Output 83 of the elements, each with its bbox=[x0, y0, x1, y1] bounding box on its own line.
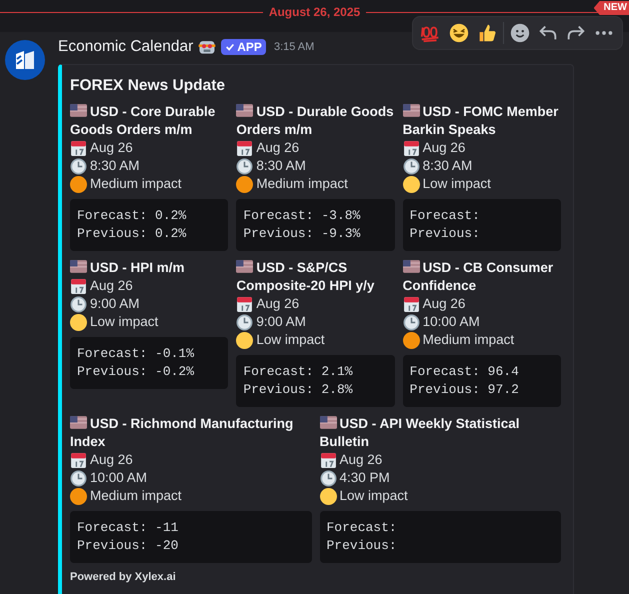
flag-icon bbox=[320, 416, 336, 429]
impact-level: Medium impact bbox=[90, 175, 182, 193]
flag-icon bbox=[70, 104, 87, 117]
forecast-value: Forecast: -3.8% bbox=[243, 207, 362, 225]
event-title: USD - FOMC Member Barkin Speaks bbox=[402, 103, 560, 139]
previous-value: Previous: 0.2% bbox=[77, 225, 188, 243]
clock-icon bbox=[70, 470, 87, 486]
calendar-icon bbox=[402, 296, 420, 312]
event-date: Aug 26 bbox=[90, 139, 133, 157]
impact-level: Medium impact bbox=[422, 331, 514, 349]
previous-value: Previous: 97.2 bbox=[410, 381, 520, 399]
calendar-icon bbox=[70, 140, 87, 156]
impact-level: Low impact bbox=[90, 313, 158, 331]
calendar-icon bbox=[402, 140, 420, 156]
flag-icon bbox=[402, 260, 420, 273]
event-date: Aug 26 bbox=[90, 277, 133, 295]
embed-footer: Powered by Xylex.ai bbox=[70, 571, 561, 583]
event-title: USD - Richmond Manufacturing Index bbox=[70, 415, 294, 451]
forecast-value: Forecast: -11 bbox=[77, 519, 180, 537]
flag-icon bbox=[236, 104, 254, 117]
event-date: Aug 26 bbox=[340, 451, 382, 469]
event-title: USD - CB Consumer Confidence bbox=[402, 259, 554, 295]
clock-icon bbox=[402, 158, 420, 174]
impact-level: Low impact bbox=[256, 331, 325, 349]
event-date: Aug 26 bbox=[422, 139, 466, 157]
event-time: 10:00 AM bbox=[422, 313, 480, 331]
timestamp: 3:15 AM bbox=[274, 41, 314, 53]
event-time: 8:30 AM bbox=[422, 157, 472, 175]
embed-title: FOREX News Update bbox=[70, 77, 226, 95]
event-date: Aug 26 bbox=[256, 139, 300, 157]
add-reaction-icon[interactable] bbox=[508, 21, 532, 45]
event-date: Aug 26 bbox=[422, 295, 466, 313]
forecast-value: Forecast: 96.4 bbox=[410, 363, 520, 381]
forecast-value: Forecast: bbox=[410, 207, 481, 225]
previous-value: Previous: 2.8% bbox=[243, 381, 354, 399]
forecast-value: Forecast: bbox=[326, 519, 398, 537]
previous-value: Previous: bbox=[326, 537, 398, 555]
event-title: USD - S&P/CS Composite-20 HPI y/y bbox=[236, 259, 376, 295]
flag-icon bbox=[236, 260, 254, 273]
previous-value: Previous: -20 bbox=[77, 537, 180, 555]
new-badge: NEW bbox=[594, 1, 629, 15]
clock-icon bbox=[402, 314, 420, 330]
forecast-value: Forecast: 2.1% bbox=[243, 363, 354, 381]
impact-level: Medium impact bbox=[256, 175, 348, 193]
previous-value: Previous: -0.2% bbox=[77, 363, 196, 381]
flag-icon bbox=[402, 104, 420, 117]
author-name[interactable]: Economic Calendar bbox=[58, 38, 194, 56]
clock-icon bbox=[236, 158, 254, 174]
avatar[interactable] bbox=[5, 40, 45, 80]
event-time: 9:00 AM bbox=[256, 313, 306, 331]
forecast-value: Forecast: 0.2% bbox=[77, 207, 188, 225]
flag-icon bbox=[70, 416, 87, 429]
event-title: USD - API Weekly Statistical Bulletin bbox=[320, 415, 521, 451]
calendar-icon bbox=[320, 452, 336, 468]
event-time: 8:30 AM bbox=[90, 157, 140, 175]
clock-icon bbox=[70, 158, 87, 174]
impact-level: Low impact bbox=[422, 175, 491, 193]
clock-icon bbox=[320, 470, 336, 486]
check-icon bbox=[225, 42, 236, 52]
forecast-value: Forecast: -0.1% bbox=[77, 345, 196, 363]
calendar-icon bbox=[236, 296, 254, 312]
event-time: 10:00 AM bbox=[90, 469, 148, 487]
previous-value: Previous: -9.3% bbox=[243, 225, 362, 243]
event-title: USD - Core Durable Goods Orders m/m bbox=[70, 103, 216, 139]
date-divider: August 26, 2025 bbox=[268, 5, 360, 19]
clock-icon bbox=[236, 314, 254, 330]
event-title: USD - Durable Goods Orders m/m bbox=[236, 103, 395, 139]
calendar-icon bbox=[70, 278, 87, 294]
impact-level: Low impact bbox=[340, 487, 408, 505]
event-time: 8:30 AM bbox=[256, 157, 306, 175]
clock-icon bbox=[70, 296, 87, 312]
flag-icon bbox=[70, 260, 87, 273]
impact-level: Medium impact bbox=[90, 487, 182, 505]
event-date: Aug 26 bbox=[256, 295, 300, 313]
event-title: USD - HPI m/m bbox=[70, 259, 185, 277]
event-time: 4:30 PM bbox=[340, 469, 390, 487]
event-date: Aug 26 bbox=[90, 451, 133, 469]
app-label: APP bbox=[237, 40, 262, 54]
previous-value: Previous: bbox=[410, 225, 481, 243]
calendar-icon bbox=[236, 140, 254, 156]
calendar-icon bbox=[70, 452, 87, 468]
laughing-face-icon[interactable] bbox=[447, 21, 471, 45]
event-time: 9:00 AM bbox=[90, 295, 140, 313]
